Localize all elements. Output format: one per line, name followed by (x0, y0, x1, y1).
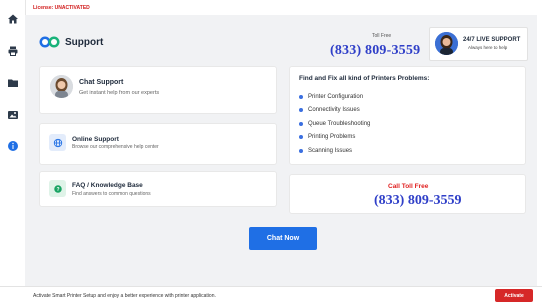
page-title: Support (65, 36, 104, 48)
problem-item: Printing Problems (299, 134, 355, 140)
faq-title: FAQ / Knowledge Base (72, 182, 143, 189)
bullet-icon (299, 95, 303, 99)
problem-label: Scanning Issues (308, 148, 353, 154)
live-support-card[interactable]: 24/7 LIVE SUPPORT Always here to help (429, 27, 528, 61)
call-toll-free-number[interactable]: (833) 809-3559 (374, 193, 462, 209)
bullet-icon (299, 135, 303, 139)
printer-icon[interactable] (6, 44, 19, 57)
bullet-icon (299, 108, 303, 112)
problem-label: Printer Configuration (308, 94, 364, 100)
online-support-title: Online Support (72, 136, 119, 143)
bullet-icon (299, 122, 303, 126)
license-status: License: UNACTIVATED (33, 5, 90, 11)
toll-free-number[interactable]: (833) 809-3559 (330, 43, 420, 59)
activate-button[interactable]: Activate (495, 289, 533, 302)
footer-bar: Activate Smart Printer Setup and enjoy a… (0, 286, 542, 308)
problem-label: Printing Problems (308, 134, 356, 140)
globe-icon (49, 134, 66, 151)
printer-problems-card: Find and Fix all kind of Printers Proble… (290, 67, 525, 164)
faq-subtitle: Find answers to common questions (72, 191, 151, 197)
sidebar (0, 0, 26, 286)
support-logo-icon (39, 36, 60, 48)
faq-card[interactable]: ? FAQ / Knowledge Base Find answers to c… (40, 172, 276, 206)
problem-item: Printer Configuration (299, 94, 363, 100)
chat-support-subtitle: Get instant help from our experts (79, 90, 160, 96)
chat-now-button[interactable]: Chat Now (249, 227, 317, 250)
chat-support-title: Chat Support (79, 79, 124, 86)
online-support-subtitle: Browse our comprehensive help center (72, 144, 159, 150)
image-icon[interactable] (6, 108, 19, 121)
chat-agent-avatar (50, 75, 73, 98)
problem-label: Queue Troubleshooting (308, 121, 371, 127)
support-agent-avatar (435, 32, 458, 55)
chat-support-card[interactable]: Chat Support Get instant help from our e… (40, 67, 276, 113)
live-support-title: 24/7 LIVE SUPPORT (463, 37, 521, 43)
support-header: Support (38, 35, 103, 49)
footer-message: Activate Smart Printer Setup and enjoy a… (33, 293, 216, 299)
folder-icon[interactable] (6, 76, 19, 89)
home-icon[interactable] (6, 12, 19, 25)
problems-title: Find and Fix all kind of Printers Proble… (299, 75, 430, 82)
problem-item: Queue Troubleshooting (299, 121, 370, 127)
live-support-subtitle: Always here to help (468, 45, 508, 50)
toll-free-label: Toll Free (372, 33, 392, 39)
problem-item: Scanning Issues (299, 148, 352, 154)
question-icon: ? (49, 180, 66, 197)
call-toll-free-label: Call Toll Free (388, 183, 429, 190)
online-support-card[interactable]: Online Support Browse our comprehensive … (40, 124, 276, 164)
bullet-icon (299, 149, 303, 153)
svg-text:?: ? (56, 186, 59, 192)
problem-label: Connectivity Issues (308, 107, 360, 113)
call-toll-free-card[interactable]: Call Toll Free (833) 809-3559 (290, 175, 525, 213)
problem-item: Connectivity Issues (299, 107, 360, 113)
info-icon[interactable] (6, 139, 19, 152)
